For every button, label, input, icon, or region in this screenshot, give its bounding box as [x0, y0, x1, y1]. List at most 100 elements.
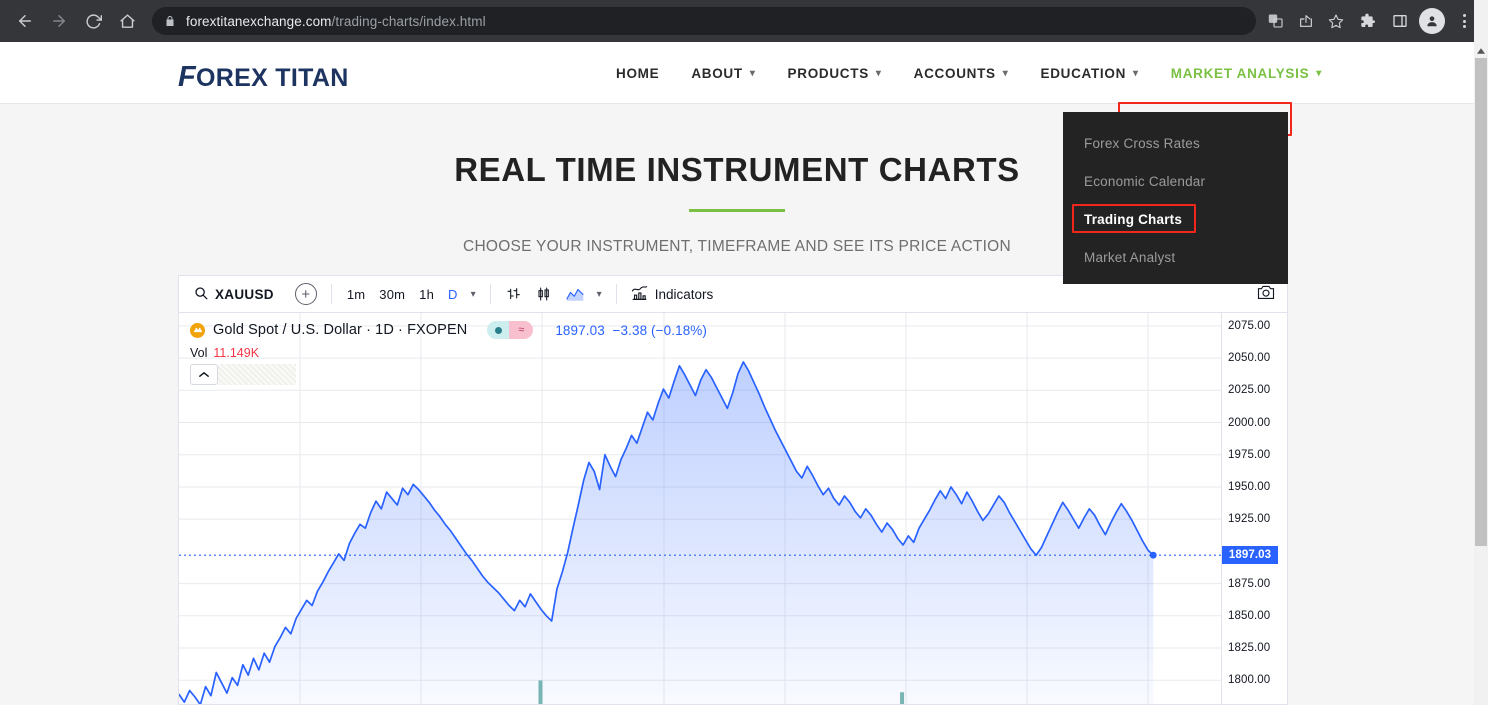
avatar	[1419, 8, 1445, 34]
reload-icon[interactable]	[78, 6, 108, 36]
forward-icon[interactable]	[44, 6, 74, 36]
price-axis-tick: 2025.00	[1228, 384, 1271, 397]
page-scrollbar-thumb[interactable]	[1475, 58, 1487, 546]
nav-item-accounts[interactable]: ACCOUNTS ▾	[898, 59, 1025, 88]
logo-initial: F	[178, 61, 197, 93]
chevron-down-icon: ▾	[749, 67, 756, 79]
bar-chart-icon[interactable]	[499, 283, 529, 305]
nav-item-products[interactable]: PRODUCTS ▾	[772, 59, 898, 88]
data-delay-icon: ≈	[509, 321, 534, 339]
dropdown-item-market-analyst[interactable]: Market Analyst	[1063, 238, 1288, 276]
indicators-label: Indicators	[654, 286, 714, 302]
toolbar-divider	[615, 284, 617, 304]
price-axis-tick: 1950.00	[1228, 480, 1271, 493]
url-text: forextitanexchange.com/trading-charts/in…	[186, 14, 486, 29]
market-status-dot-icon	[487, 321, 510, 339]
candlestick-icon[interactable]	[529, 283, 559, 305]
logo-text: OREX TITAN	[196, 64, 349, 92]
collapse-pane-button[interactable]	[190, 364, 218, 385]
volume-pane-strip	[218, 364, 296, 385]
area-chart-icon[interactable]	[559, 283, 591, 305]
nav-label: PRODUCTS	[787, 65, 869, 81]
home-icon[interactable]	[112, 6, 142, 36]
timeframe-label: 1m	[346, 286, 366, 302]
price-axis[interactable]: 2075.00 2050.00 2025.00 2000.00 1975.00 1950.…	[1221, 313, 1287, 704]
chevron-up-icon	[199, 372, 209, 377]
back-icon[interactable]	[10, 6, 40, 36]
price-change: −3.38	[612, 322, 648, 338]
page-viewport: FOREX TITAN HOME ABOUT ▾ PRODUCTS ▾ ACCO…	[0, 42, 1474, 705]
price-axis-tick: 1850.00	[1228, 609, 1271, 622]
chart-legend: Gold Spot / U.S. Dollar · 1D · FXOPEN ≈ …	[190, 321, 707, 360]
indicators-icon	[631, 285, 648, 304]
chevron-down-icon: ▾	[1002, 67, 1009, 79]
site-header: FOREX TITAN HOME ABOUT ▾ PRODUCTS ▾ ACCO…	[0, 42, 1474, 136]
toolbar-divider	[489, 284, 491, 304]
browser-toolbar: forextitanexchange.com/trading-charts/in…	[0, 0, 1488, 42]
dropdown-item-economic-calendar[interactable]: Economic Calendar	[1063, 162, 1288, 200]
camera-icon[interactable]	[1257, 284, 1275, 305]
share-icon[interactable]	[1292, 7, 1320, 35]
price-axis-tick: 2075.00	[1228, 319, 1271, 332]
last-price: 1897.03	[555, 322, 605, 338]
timeframe-30m[interactable]: 30m	[372, 283, 412, 306]
nav-item-home[interactable]: HOME	[600, 59, 675, 88]
timeframe-1h[interactable]: 1h	[412, 283, 441, 306]
current-price-badge: 1897.03	[1222, 546, 1278, 565]
legend-status-badges[interactable]: ≈	[487, 321, 534, 339]
indicators-button[interactable]: Indicators	[625, 281, 720, 308]
chevron-down-icon[interactable]: ▾	[465, 289, 482, 300]
market-analysis-dropdown: Forex Cross Rates Economic Calendar Trad…	[1063, 112, 1288, 284]
url-path: /trading-charts/index.html	[331, 13, 486, 29]
price-axis-tick: 1925.00	[1228, 513, 1271, 526]
add-symbol-button[interactable]: +	[294, 283, 317, 305]
lock-icon	[164, 15, 176, 27]
volume-legend: Vol 11.149K	[190, 346, 707, 360]
gold-bar-icon	[190, 322, 205, 338]
translate-icon[interactable]	[1262, 7, 1290, 35]
address-bar[interactable]: forextitanexchange.com/trading-charts/in…	[152, 7, 1256, 35]
main-navigation: HOME ABOUT ▾ PRODUCTS ▾ ACCOUNTS ▾ EDUCA…	[600, 42, 1338, 104]
scroll-up-arrow-icon[interactable]	[1475, 44, 1487, 57]
price-axis-tick: 1975.00	[1228, 448, 1271, 461]
timeframe-group: 1m 30m 1h D ▾	[340, 283, 482, 306]
omnibox-actions	[1262, 7, 1350, 35]
extensions-icon[interactable]	[1354, 7, 1382, 35]
price-axis-tick: 1800.00	[1228, 674, 1271, 687]
dropdown-item-forex-cross-rates[interactable]: Forex Cross Rates	[1063, 124, 1288, 162]
nav-label: MARKET ANALYSIS	[1170, 65, 1310, 81]
price-axis-tick: 2050.00	[1228, 352, 1271, 365]
timeframe-label: 30m	[379, 286, 406, 302]
nav-item-about[interactable]: ABOUT ▾	[675, 59, 771, 88]
volume-label: Vol	[190, 346, 208, 360]
nav-item-market-analysis[interactable]: MARKET ANALYSIS ▾	[1155, 59, 1338, 88]
chart-plot-area[interactable]: 2075.00 2050.00 2025.00 2000.00 1975.00 1950.…	[179, 313, 1287, 704]
timeframe-D[interactable]: D	[441, 283, 465, 306]
side-panel-icon[interactable]	[1386, 7, 1414, 35]
plus-icon: +	[301, 285, 311, 303]
page-scrollbar-track[interactable]	[1474, 0, 1488, 705]
nav-label: ABOUT	[691, 65, 743, 81]
dropdown-label: Market Analyst	[1084, 249, 1176, 265]
symbol-label: XAUUSD	[215, 286, 274, 302]
profile-avatar-icon[interactable]	[1418, 7, 1446, 35]
nav-label: EDUCATION	[1040, 65, 1127, 81]
chevron-down-icon[interactable]: ▾	[591, 289, 608, 300]
timeframe-1m[interactable]: 1m	[340, 283, 372, 306]
price-axis-tick: 1875.00	[1228, 577, 1271, 590]
bookmark-star-icon[interactable]	[1322, 7, 1350, 35]
timeframe-label: D	[448, 286, 458, 302]
timeframe-label: 1h	[419, 286, 435, 302]
symbol-search-button[interactable]: XAUUSD	[187, 282, 281, 307]
browser-extensions-area	[1354, 7, 1478, 35]
chevron-down-icon: ▾	[875, 67, 882, 79]
chart-title: Gold Spot / U.S. Dollar · 1D · FXOPEN	[213, 322, 468, 338]
chevron-down-icon: ▾	[1133, 67, 1139, 79]
title-underline	[689, 209, 785, 212]
price-area-chart	[179, 313, 1221, 704]
chevron-down-icon: ▾	[1316, 67, 1323, 79]
site-logo[interactable]: FOREX TITAN	[178, 61, 349, 94]
nav-item-education[interactable]: EDUCATION ▾	[1024, 59, 1154, 88]
price-change-percent: (−0.18%)	[651, 322, 708, 338]
nav-label: HOME	[616, 65, 660, 81]
